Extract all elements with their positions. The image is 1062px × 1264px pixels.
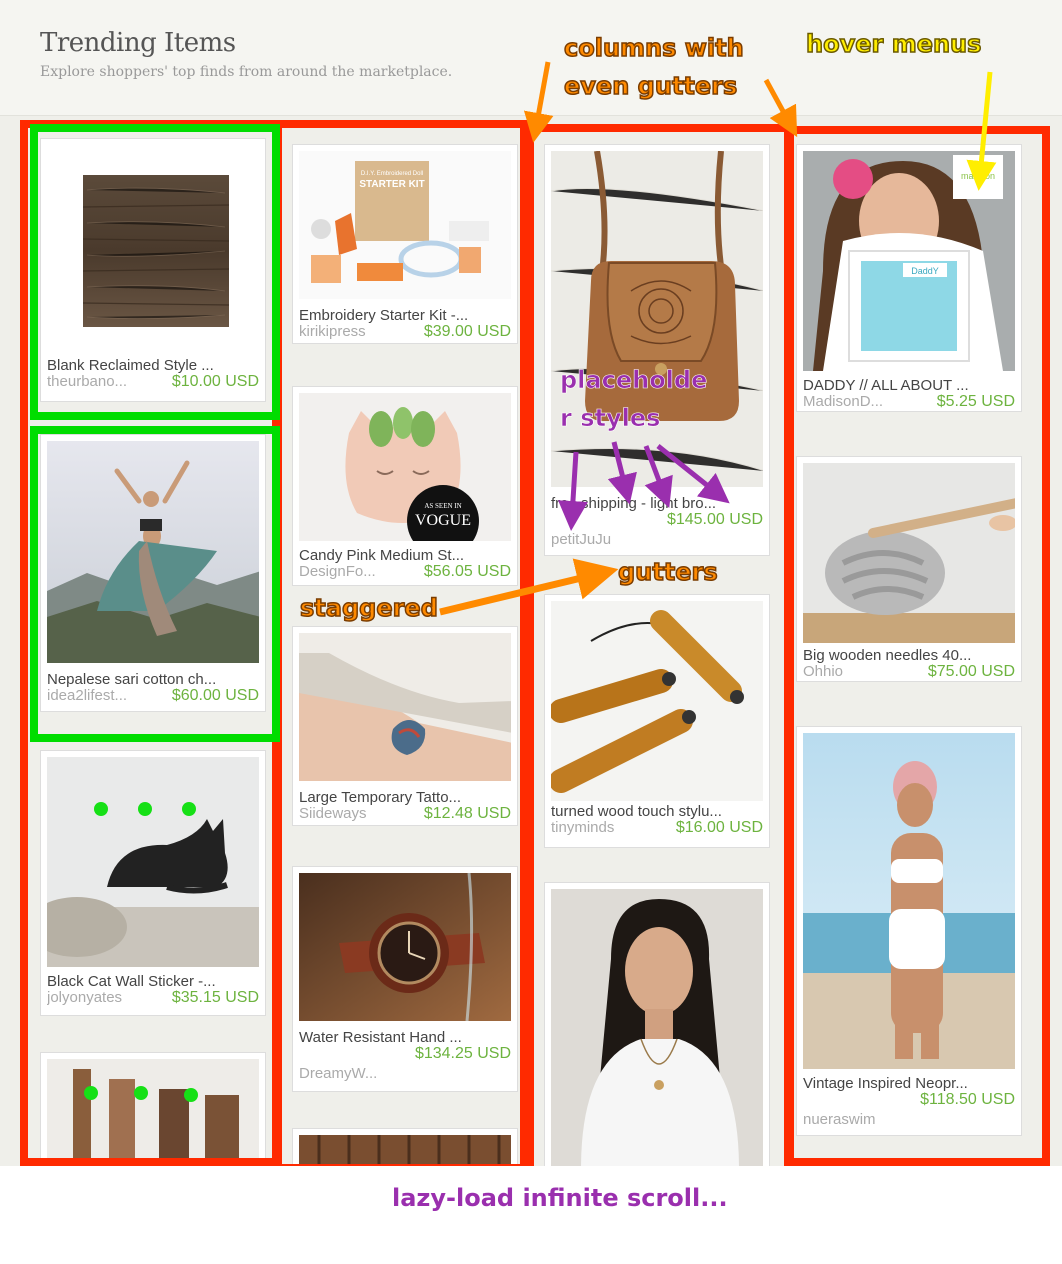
trending-page: Trending Items Explore shoppers' top fin… [0,0,1062,1166]
annotation-columns: columns with [563,33,744,63]
annotation-gutters: gutters [617,557,718,587]
annotation-placeholder-2: r styles [560,404,661,433]
annotation-arrows [439,61,997,616]
annotation-columns-2: even gutters [563,71,738,101]
annotation-placeholder: placeholde [560,366,708,395]
annotation-lazy-load: lazy-load infinite scroll... [392,1184,728,1212]
annotation-staggered: staggered [299,593,438,623]
annotation-hover: hover menus [805,29,982,59]
